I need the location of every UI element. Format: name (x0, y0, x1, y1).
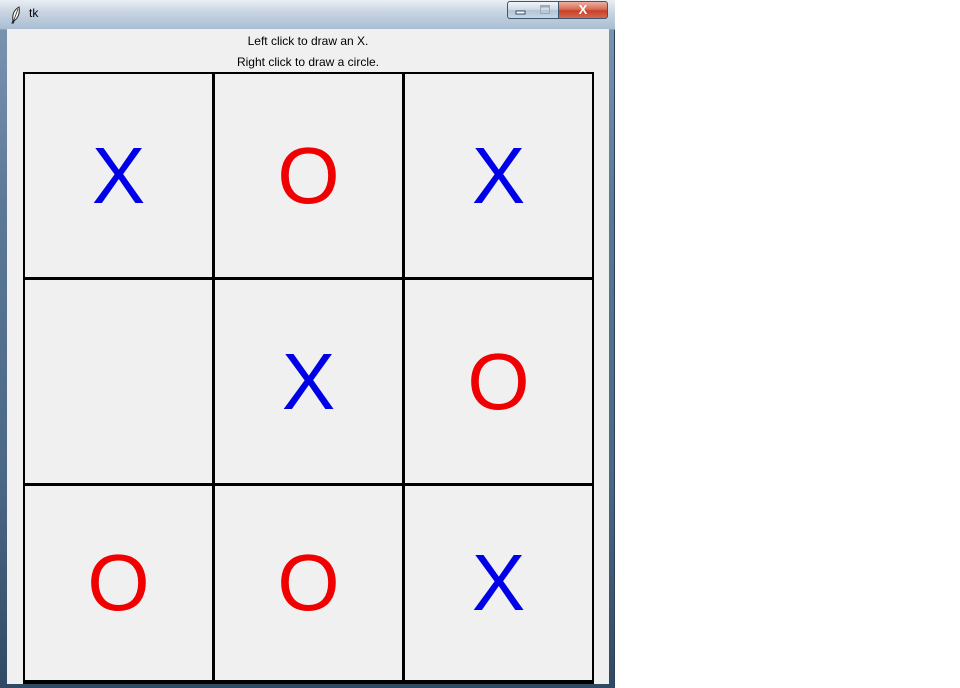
board-cell-r2-c2[interactable]: X (215, 280, 402, 483)
board-cell-r1-c2[interactable]: O (215, 74, 402, 277)
feather-icon (11, 6, 20, 24)
instruction-left-click: Left click to draw an X. (247, 34, 369, 48)
instruction-right-click: Right click to draw a circle. (236, 55, 380, 69)
x-mark: X (91, 130, 146, 220)
x-mark: X (281, 336, 336, 426)
close-button[interactable]: X (559, 1, 608, 19)
board-cell-r1-c3[interactable]: X (405, 74, 592, 277)
title-bar[interactable]: tk X (0, 0, 615, 30)
tic-tac-toe-board[interactable]: X O X X O O O X (23, 72, 594, 684)
minimize-button[interactable] (507, 1, 534, 19)
x-mark: X (471, 130, 526, 220)
maximize-button[interactable] (533, 1, 559, 19)
board-cell-r3-c2[interactable]: O (215, 486, 402, 680)
o-mark: O (277, 130, 340, 220)
minimize-icon (515, 10, 526, 15)
o-mark: O (467, 336, 530, 426)
board-cell-r2-c1[interactable] (25, 280, 212, 483)
window-title: tk (29, 6, 39, 20)
o-mark: O (87, 538, 150, 627)
maximize-icon (540, 5, 550, 14)
close-icon: X (578, 2, 588, 17)
main-frame: Left click to draw an X. Right click to … (7, 29, 609, 684)
app-window: tk X Left click to draw an X. Right clic… (0, 0, 615, 688)
o-mark: O (277, 538, 340, 627)
board-cell-r2-c3[interactable]: O (405, 280, 592, 483)
board-cell-r3-c3[interactable]: X (405, 486, 592, 680)
board-cell-r1-c1[interactable]: X (25, 74, 212, 277)
board-cell-r3-c1[interactable]: O (25, 486, 212, 680)
x-mark: X (471, 538, 526, 627)
